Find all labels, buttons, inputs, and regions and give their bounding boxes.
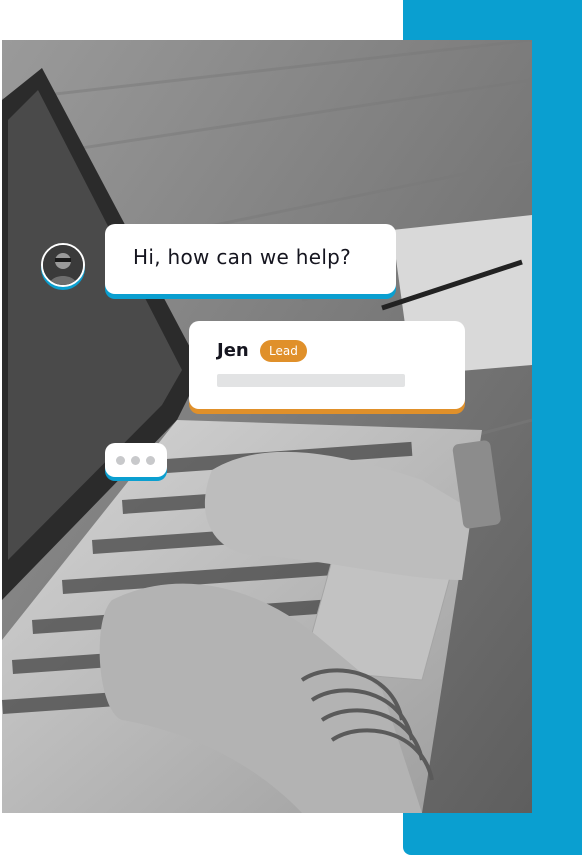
typing-dot-icon [146,456,155,465]
reply-agent-name: Jen [217,340,249,361]
chat-bubble-reply: Jen Lead [189,321,465,409]
laptop-hands-photo [2,40,532,813]
reply-text-placeholder [217,374,405,387]
typing-dot-icon [131,456,140,465]
typing-dot-icon [116,456,125,465]
typing-indicator [105,443,167,477]
question-text: Hi, how can we help? [133,245,352,269]
reply-role-badge: Lead [260,340,307,362]
agent-avatar [41,243,85,287]
avatar-photo-icon [43,245,83,285]
chat-bubble-question: Hi, how can we help? [105,224,396,294]
